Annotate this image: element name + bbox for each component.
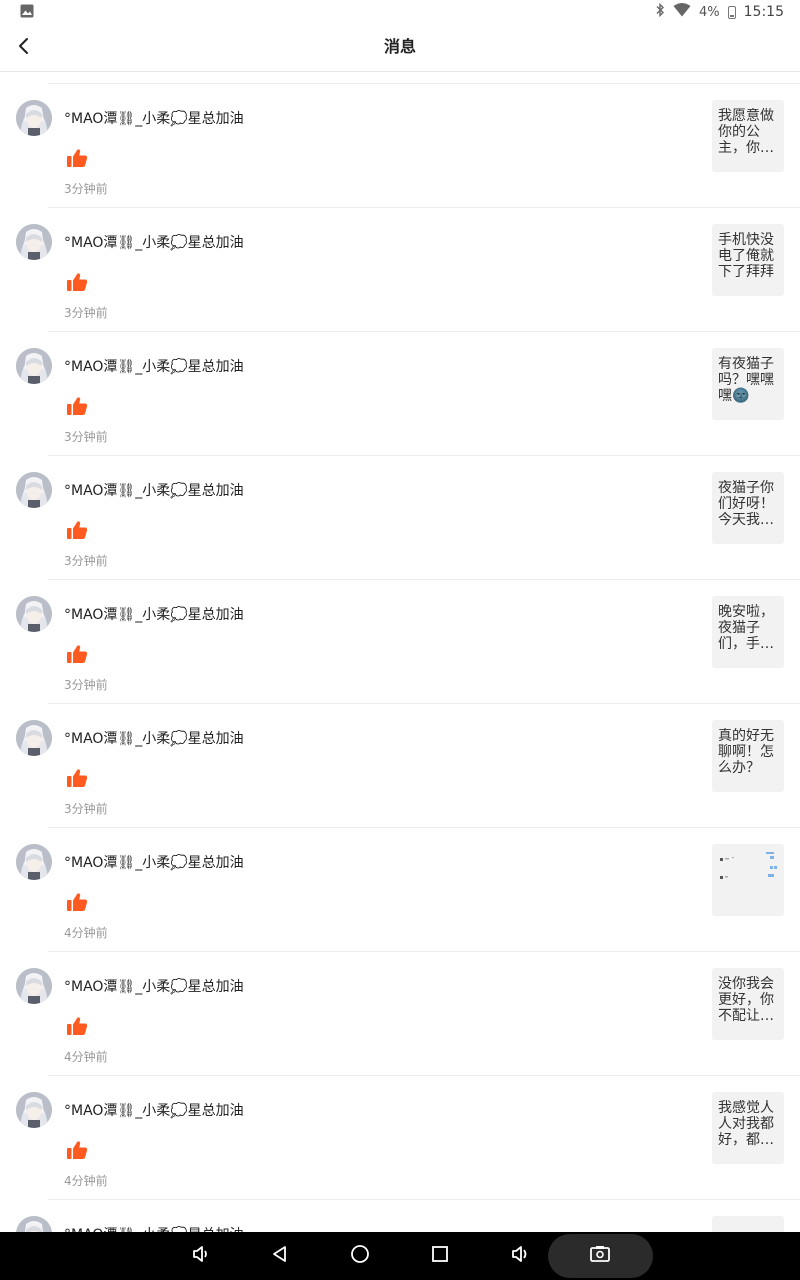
username[interactable]: °MAO潭⛓_小柔💭星总加油 — [64, 728, 244, 748]
avatar[interactable] — [16, 596, 52, 632]
post-preview[interactable] — [712, 844, 784, 916]
timestamp: 3分钟前 — [64, 182, 108, 196]
message-item[interactable]: °MAO潭⛓_小柔💭星总加油 4分钟前 没你我会更好，你不配让… — [0, 952, 800, 1076]
message-item[interactable]: °MAO潭⛓_小柔💭星总加油 3分钟前 手机快没电了俺就下了拜拜 — [0, 208, 800, 332]
post-preview[interactable]: 我感觉人人对我都好，都… — [712, 1092, 784, 1164]
thumbs-up-icon — [66, 768, 88, 788]
username[interactable]: °MAO潭⛓_小柔💭星总加油 — [64, 852, 244, 872]
avatar[interactable] — [16, 472, 52, 508]
volume-up-icon — [510, 1244, 530, 1268]
username[interactable]: °MAO潭⛓_小柔💭星总加油 — [64, 232, 244, 252]
username[interactable]: °MAO潭⛓_小柔💭星总加油 — [64, 604, 244, 624]
post-preview[interactable]: 夜猫子你们好呀！今天我… — [712, 472, 784, 544]
message-item[interactable]: °MAO潭⛓_小柔💭星总加油 3分钟前 夜猫子你们好呀！今天我… — [0, 456, 800, 580]
header: 消息 — [0, 24, 800, 72]
home-nav-button[interactable] — [348, 1244, 372, 1268]
preview-text: 有夜猫子吗？嘿嘿嘿🌚 — [718, 356, 774, 404]
preview-text: 手机快没电了俺就下了拜拜 — [718, 232, 774, 280]
status-right: 4% 15:15 — [655, 2, 784, 21]
home-circle-icon — [350, 1244, 370, 1268]
avatar[interactable] — [16, 1092, 52, 1128]
screenshot-icon — [589, 1244, 611, 1268]
timestamp: 3分钟前 — [64, 802, 108, 816]
thumbs-up-icon — [66, 520, 88, 540]
message-item[interactable]: °MAO潭⛓_小柔💭星总加油 — [0, 1200, 800, 1232]
username[interactable]: °MAO潭⛓_小柔💭星总加油 — [64, 480, 244, 500]
status-bar: 4% 15:15 — [0, 0, 800, 24]
thumbs-up-icon — [66, 272, 88, 292]
status-time: 15:15 — [743, 4, 784, 20]
volume-down-icon — [190, 1244, 210, 1268]
page-title: 消息 — [383, 37, 416, 56]
avatar[interactable] — [16, 720, 52, 756]
thumbs-up-icon — [66, 892, 88, 912]
timestamp: 4分钟前 — [64, 1174, 108, 1188]
preview-text: 晚安啦，夜猫子们，手… — [718, 604, 774, 652]
avatar[interactable] — [16, 348, 52, 384]
message-item[interactable]: °MAO潭⛓_小柔💭星总加油 3分钟前 真的好无聊啊！怎么办？ — [0, 704, 800, 828]
screenshot-button[interactable] — [588, 1244, 612, 1268]
preview-text: 真的好无聊啊！怎么办？ — [718, 728, 774, 776]
system-nav-bar — [0, 1232, 800, 1280]
username[interactable]: °MAO潭⛓_小柔💭星总加油 — [64, 1224, 244, 1232]
message-item[interactable]: °MAO潭⛓_小柔💭星总加油 3分钟前 我愿意做你的公主，你… — [0, 84, 800, 208]
image-preview-thumbnail — [718, 852, 778, 912]
wifi-icon — [673, 3, 691, 21]
post-preview[interactable]: 有夜猫子吗？嘿嘿嘿🌚 — [712, 348, 784, 420]
timestamp: 4分钟前 — [64, 926, 108, 940]
timestamp: 4分钟前 — [64, 1050, 108, 1064]
avatar[interactable] — [16, 1216, 52, 1232]
post-preview[interactable] — [712, 1216, 784, 1232]
preview-text: 没你我会更好，你不配让… — [718, 976, 774, 1024]
preview-text: 夜猫子你们好呀！今天我… — [718, 480, 774, 528]
username[interactable]: °MAO潭⛓_小柔💭星总加油 — [64, 1100, 244, 1120]
thumbs-up-icon — [66, 1016, 88, 1036]
avatar[interactable] — [16, 844, 52, 880]
back-triangle-icon — [270, 1244, 290, 1268]
message-list[interactable]: °MAO潭⛓_小柔💭星总加油 3分钟前 我愿意做你的公主，你… °MAO潭⛓_小柔💭星… — [0, 72, 800, 1232]
message-item[interactable]: °MAO潭⛓_小柔💭星总加油 4分钟前 我感觉人人对我都好，都… — [0, 1076, 800, 1200]
avatar[interactable] — [16, 224, 52, 260]
recents-square-icon — [430, 1244, 450, 1268]
avatar[interactable] — [16, 968, 52, 1004]
message-item[interactable]: °MAO潭⛓_小柔💭星总加油 4分钟前 — [0, 828, 800, 952]
message-item[interactable]: °MAO潭⛓_小柔💭星总加油 3分钟前 有夜猫子吗？嘿嘿嘿🌚 — [0, 332, 800, 456]
username[interactable]: °MAO潭⛓_小柔💭星总加油 — [64, 356, 244, 376]
timestamp: 3分钟前 — [64, 306, 108, 320]
gallery-icon — [20, 3, 34, 22]
username[interactable]: °MAO潭⛓_小柔💭星总加油 — [64, 976, 244, 996]
post-preview[interactable]: 我愿意做你的公主，你… — [712, 100, 784, 172]
post-preview[interactable]: 没你我会更好，你不配让… — [712, 968, 784, 1040]
volume-up-button[interactable] — [508, 1244, 532, 1268]
post-preview[interactable]: 真的好无聊啊！怎么办？ — [712, 720, 784, 792]
post-preview[interactable]: 手机快没电了俺就下了拜拜 — [712, 224, 784, 296]
username[interactable]: °MAO潭⛓_小柔💭星总加油 — [64, 108, 244, 128]
status-left — [20, 3, 34, 22]
message-item[interactable]: °MAO潭⛓_小柔💭星总加油 3分钟前 晚安啦，夜猫子们，手… — [0, 580, 800, 704]
thumbs-up-icon — [66, 1140, 88, 1160]
preview-text: 我感觉人人对我都好，都… — [718, 1100, 774, 1148]
timestamp: 3分钟前 — [64, 430, 108, 444]
volume-down-button[interactable] — [188, 1244, 212, 1268]
post-preview[interactable]: 晚安啦，夜猫子们，手… — [712, 596, 784, 668]
bluetooth-icon — [655, 2, 665, 21]
timestamp: 3分钟前 — [64, 554, 108, 568]
preview-text: 我愿意做你的公主，你… — [718, 108, 774, 156]
thumbs-up-icon — [66, 644, 88, 664]
battery-percent: 4% — [699, 4, 720, 20]
avatar[interactable] — [16, 100, 52, 136]
thumbs-up-icon — [66, 396, 88, 416]
battery-icon — [727, 5, 736, 19]
recents-nav-button[interactable] — [428, 1244, 452, 1268]
timestamp: 3分钟前 — [64, 678, 108, 692]
back-nav-button[interactable] — [268, 1244, 292, 1268]
thumbs-up-icon — [66, 148, 88, 168]
